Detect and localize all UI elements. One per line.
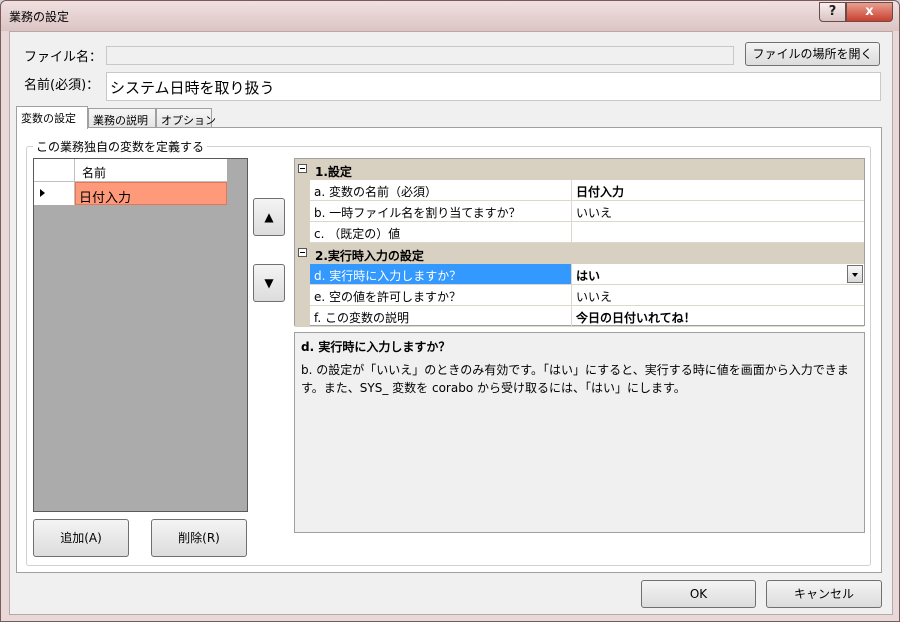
help-button[interactable]: ? [819, 2, 846, 22]
property-description-panel: d. 実行時に入力しますか？ b. の設定が「いいえ」のときのみ有効です。「はい… [294, 332, 865, 533]
variable-settings-panel: この業務独自の変数を定義する 名前 日付入力 ▲ ▼ 追加(A) 削除(R) 1… [16, 127, 882, 573]
property-row[interactable]: c. （既定の）値 [295, 222, 864, 243]
property-name[interactable]: b. 一時ファイル名を割り当てますか？ [310, 201, 572, 222]
description-title: d. 実行時に入力しますか？ [301, 340, 451, 354]
property-value[interactable]: 日付入力 [572, 180, 864, 201]
category-settings[interactable]: 1.設定 [295, 159, 864, 180]
row-gutter [295, 306, 310, 327]
tab-task-description[interactable]: 業務の説明 [88, 108, 156, 128]
row-gutter [295, 180, 310, 201]
dropdown-value: はい [576, 269, 601, 283]
table-row[interactable]: 日付入力 [34, 182, 227, 206]
property-value[interactable]: いいえ [572, 201, 864, 222]
name-label: 名前(必須)： [24, 78, 100, 93]
open-file-location-button[interactable]: ファイルの場所を開く [745, 42, 880, 66]
move-up-button[interactable]: ▲ [253, 198, 285, 236]
add-variable-button[interactable]: 追加(A) [33, 519, 129, 557]
category-label: 2.実行時入力の設定 [315, 249, 424, 263]
property-name[interactable]: e. 空の値を許可しますか？ [310, 285, 572, 306]
collapse-icon[interactable] [298, 164, 307, 173]
variables-grid[interactable]: 名前 日付入力 [33, 158, 248, 512]
cancel-button[interactable]: キャンセル [766, 580, 882, 608]
row-gutter [295, 222, 310, 243]
arrow-down-icon: ▼ [264, 276, 274, 290]
current-row-icon [40, 189, 45, 197]
close-icon: x [865, 4, 874, 19]
row-gutter [295, 264, 310, 285]
property-name[interactable]: f. この変数の説明 [310, 306, 572, 327]
property-value-dropdown[interactable]: はい [572, 264, 864, 285]
grid-corner [34, 159, 75, 182]
delete-variable-button[interactable]: 削除(R) [151, 519, 247, 557]
tab-options[interactable]: オプション [156, 108, 216, 128]
property-name[interactable]: a. 変数の名前（必須） [310, 180, 572, 201]
file-name-field [106, 46, 734, 65]
file-name-label: ファイル名： [24, 50, 103, 65]
property-value[interactable]: いいえ [572, 285, 864, 306]
row-gutter [295, 285, 310, 306]
property-row[interactable]: f. この変数の説明 今日の日付いれてね！ [295, 306, 864, 327]
property-name[interactable]: c. （既定の）値 [310, 222, 572, 243]
variable-name-cell[interactable]: 日付入力 [75, 182, 227, 206]
grid-header: 名前 [34, 159, 227, 182]
close-button[interactable]: x [846, 2, 893, 22]
variables-group-legend: この業務独自の変数を定義する [33, 138, 208, 155]
property-row[interactable]: b. 一時ファイル名を割り当てますか？ いいえ [295, 201, 864, 222]
ok-button[interactable]: OK [641, 580, 756, 608]
property-row[interactable]: d. 実行時に入力しますか？ はい [295, 264, 864, 285]
property-value[interactable]: 今日の日付いれてね！ [572, 306, 864, 327]
description-line: b. の設定が「いいえ」のときのみ有効です。「はい」にすると、実行する時に値を画… [301, 363, 849, 377]
move-down-button[interactable]: ▼ [253, 264, 285, 302]
row-gutter [295, 201, 310, 222]
tab-variable-settings[interactable]: 変数の設定 [16, 106, 88, 129]
property-name[interactable]: d. 実行時に入力しますか？ [310, 264, 572, 285]
chevron-down-icon[interactable] [847, 265, 863, 283]
property-row[interactable]: a. 変数の名前（必須） 日付入力 [295, 180, 864, 201]
dialog-client-area: ファイル名： ファイルの場所を開く 名前(必須)： システム日時を取り扱う 変数… [9, 31, 893, 615]
collapse-icon[interactable] [298, 248, 307, 257]
property-value[interactable] [572, 222, 864, 243]
grid-column-name-header[interactable]: 名前 [82, 164, 106, 181]
description-line: す。また、SYS_ 変数を corabo から受け取るには、「はい」にします。 [301, 381, 686, 395]
name-input[interactable]: システム日時を取り扱う [106, 72, 881, 101]
row-header[interactable] [34, 182, 75, 205]
arrow-up-icon: ▲ [264, 210, 274, 224]
window-title: 業務の設定 [9, 10, 70, 24]
category-runtime-input[interactable]: 2.実行時入力の設定 [295, 243, 864, 264]
property-grid[interactable]: 1.設定 a. 変数の名前（必須） 日付入力 b. 一時ファイル名を割り当てます… [294, 158, 865, 327]
property-row[interactable]: e. 空の値を許可しますか？ いいえ [295, 285, 864, 306]
title-bar[interactable]: 業務の設定 ? x [1, 1, 899, 31]
settings-dialog: 業務の設定 ? x ファイル名： ファイルの場所を開く 名前(必須)： システム… [0, 0, 900, 622]
category-label: 1.設定 [315, 165, 352, 179]
description-body: b. の設定が「いいえ」のときのみ有効です。「はい」にすると、実行する時に値を画… [301, 361, 858, 397]
